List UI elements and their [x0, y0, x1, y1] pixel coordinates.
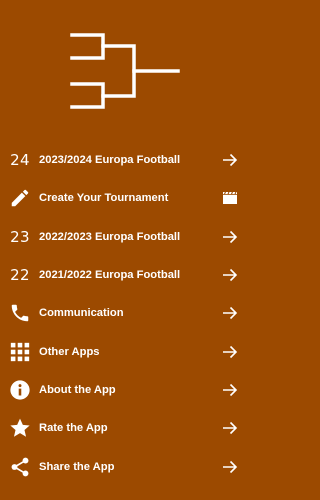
menu-item-create-tournament[interactable]: Create Your Tournament: [0, 179, 250, 217]
tournament-bracket-icon: [70, 33, 180, 109]
arrow-right-icon: [223, 230, 238, 243]
star-icon: [10, 418, 30, 437]
menu-item-season-2022-2023[interactable]: 23 2022/2023 Europa Football: [0, 218, 250, 256]
clapperboard-icon: [223, 192, 237, 205]
arrow-right-icon: [223, 154, 238, 167]
grid-icon: [10, 342, 30, 361]
menu-item-share-app[interactable]: Share the App: [0, 447, 250, 485]
menu-item-other-apps[interactable]: Other Apps: [0, 332, 250, 370]
menu-item-communication[interactable]: Communication: [0, 294, 250, 332]
menu-item-label: Communication: [39, 307, 124, 320]
app-screen: 24 2023/2024 Europa Football Create Your…: [0, 0, 250, 500]
pencil-icon: [11, 190, 29, 207]
menu-item-rate-app[interactable]: Rate the App: [0, 409, 250, 447]
main-menu: 24 2023/2024 Europa Football Create Your…: [0, 141, 250, 486]
menu-item-label: About the App: [39, 383, 116, 396]
arrow-right-icon: [223, 383, 238, 396]
menu-item-label: 2022/2023 Europa Football: [39, 230, 181, 243]
menu-item-season-2023-2024[interactable]: 24 2023/2024 Europa Football: [0, 141, 250, 179]
arrow-right-icon: [223, 460, 238, 473]
info-icon: [10, 380, 30, 400]
phone-icon: [11, 305, 29, 322]
menu-item-about-app[interactable]: About the App: [0, 371, 250, 409]
menu-item-label: Other Apps: [39, 345, 100, 358]
arrow-right-icon: [223, 268, 238, 282]
season-number: 23: [10, 227, 30, 246]
arrow-right-icon: [223, 422, 238, 435]
menu-item-label: 2023/2024 Europa Football: [39, 154, 181, 167]
season-number: 24: [10, 151, 30, 170]
menu-item-label: Share the App: [39, 460, 115, 473]
share-icon: [11, 457, 29, 476]
season-number: 22: [10, 266, 30, 285]
menu-item-season-2021-2022[interactable]: 22 2021/2022 Europa Football: [0, 256, 250, 294]
arrow-right-icon: [223, 345, 238, 358]
menu-item-label: 2021/2022 Europa Football: [39, 269, 181, 282]
menu-item-label: Create Your Tournament: [39, 192, 169, 205]
arrow-right-icon: [223, 307, 238, 320]
menu-item-label: Rate the App: [39, 422, 108, 435]
